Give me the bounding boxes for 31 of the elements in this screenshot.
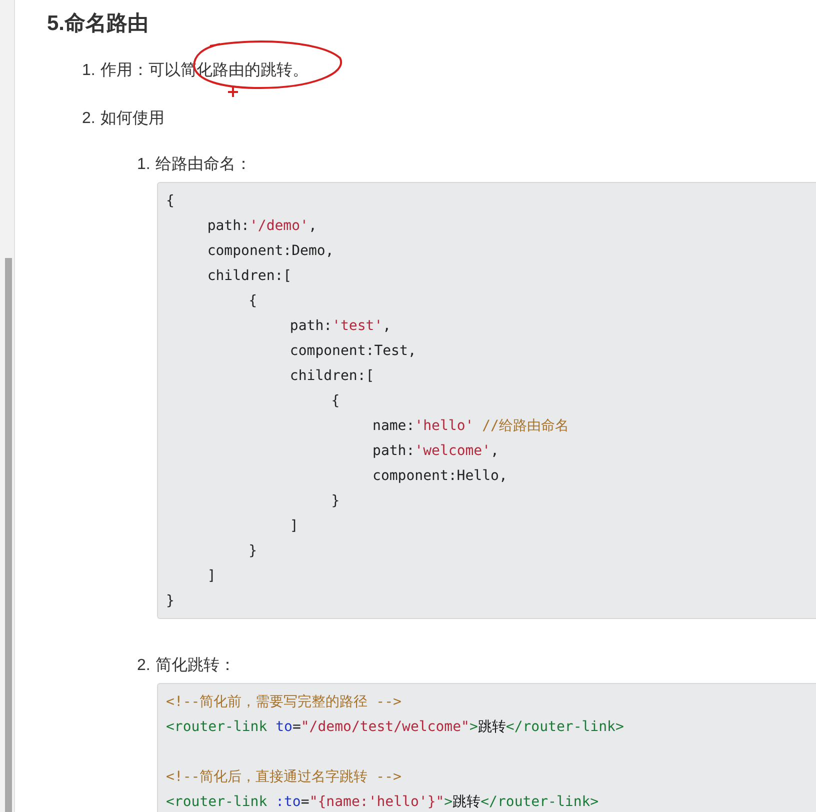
code-line: children:[ bbox=[288, 367, 374, 386]
code-line: component:Test, bbox=[288, 342, 416, 361]
code-line: { bbox=[248, 292, 258, 311]
code-line: path:'/demo', bbox=[206, 217, 317, 236]
list-item-text: 给路由命名： bbox=[155, 154, 252, 175]
code-line: <router-link to="/demo/test/welcome">跳转</router-link> bbox=[166, 718, 624, 737]
code-line: } bbox=[248, 542, 258, 561]
list-number: 2. bbox=[137, 656, 150, 676]
list-item-text: 简化跳转： bbox=[155, 656, 236, 676]
list-item-text: 如何使用 bbox=[100, 109, 164, 129]
code-line: ] bbox=[288, 517, 298, 536]
code-line: { bbox=[166, 192, 174, 211]
section-heading: 5.命名路由 bbox=[47, 11, 150, 37]
code-line: } bbox=[330, 492, 340, 511]
code-line: path:'test', bbox=[288, 317, 392, 336]
code-line: <!--简化后，直接通过名字跳转 --> bbox=[166, 768, 402, 787]
list-number: 2. bbox=[82, 109, 96, 129]
code-line: component:Demo, bbox=[206, 242, 334, 261]
code-line: path:'welcome', bbox=[372, 442, 499, 461]
code-line: name:'hello' //给路由命名 bbox=[372, 417, 569, 436]
code-line: <router-link :to="{name:'hello'}">跳转</router-link> bbox=[166, 793, 599, 812]
list-number: 1. bbox=[137, 155, 150, 175]
code-line: } bbox=[166, 592, 174, 611]
list-item-text: 作用：可以简化路由的跳转。 bbox=[100, 60, 308, 81]
list-number: 1. bbox=[82, 61, 96, 81]
scrollbar-thumb[interactable] bbox=[5, 258, 12, 812]
code-line: component:Hello, bbox=[372, 467, 508, 486]
code-line: <!--简化前，需要写完整的路径 --> bbox=[166, 693, 402, 712]
code-line: ] bbox=[206, 567, 216, 586]
code-line: { bbox=[330, 392, 340, 411]
code-line: children:[ bbox=[206, 267, 292, 286]
